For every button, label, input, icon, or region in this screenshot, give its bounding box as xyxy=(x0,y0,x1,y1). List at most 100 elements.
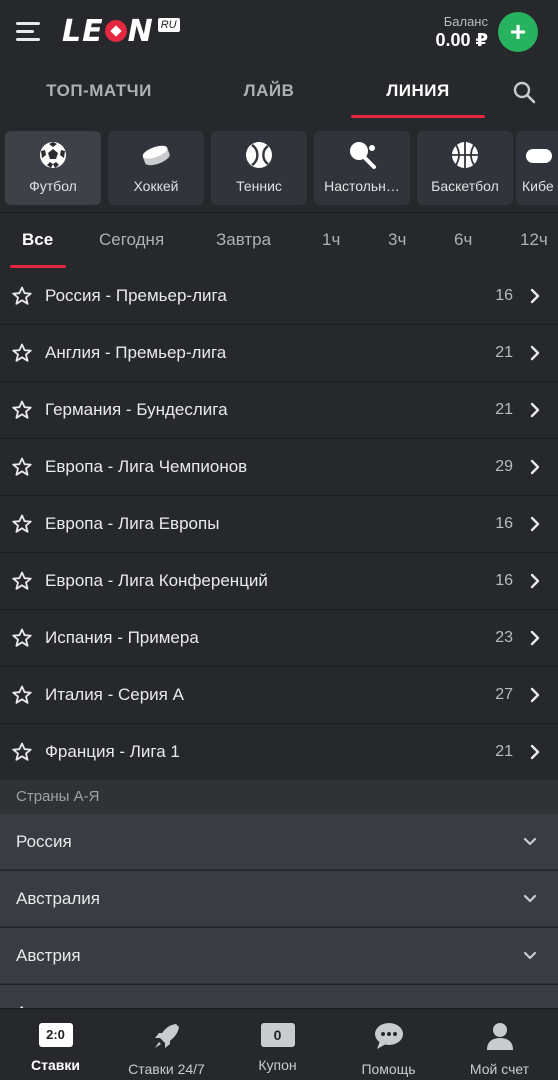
bottom-navigation: 2:0 Ставки Ставки 24/7 0 Купон Помощь Мо… xyxy=(0,1008,558,1080)
league-name: Европа - Лига Чемпионов xyxy=(45,457,248,476)
app-header: LE N RU Баланс 0.00 ₽ + xyxy=(0,0,558,64)
leon-logo[interactable]: LE N RU xyxy=(62,14,180,49)
rocket-icon xyxy=(154,1024,179,1048)
nav-label: Ставки xyxy=(31,1057,80,1073)
chevron-right-icon xyxy=(530,459,540,475)
chevron-down-icon xyxy=(523,837,537,846)
star-icon[interactable] xyxy=(12,628,32,648)
league-row[interactable]: Европа - Лига Чемпионов 29 xyxy=(0,439,558,496)
league-name: Испания - Примера xyxy=(45,628,199,647)
league-row[interactable]: Россия - Премьер-лига 16 xyxy=(0,268,558,325)
chevron-right-icon xyxy=(530,402,540,418)
countries-title: Страны А-Я xyxy=(16,788,100,805)
sport-label: Кибе xyxy=(522,178,554,194)
deposit-button[interactable]: + xyxy=(498,12,538,52)
league-row[interactable]: Германия - Бундеслига 21 xyxy=(0,382,558,439)
sport-label: Теннис xyxy=(236,178,282,194)
league-name: Германия - Бундеслига xyxy=(45,400,228,419)
star-icon[interactable] xyxy=(12,286,32,306)
filter-3h[interactable]: 3ч xyxy=(388,213,406,269)
hamburger-menu-icon[interactable] xyxy=(16,22,40,42)
league-row[interactable]: Италия - Серия А 27 xyxy=(0,667,558,724)
league-count: 21 xyxy=(495,401,513,418)
league-row[interactable]: Англия - Премьер-лига 21 xyxy=(0,325,558,382)
nav-label: Мой счет xyxy=(469,1061,530,1077)
sport-table-tennis[interactable]: Настольн… xyxy=(314,131,410,205)
sports-carousel: Футбол Хоккей Теннис Настольн… Баскетбол… xyxy=(0,122,558,212)
star-icon[interactable] xyxy=(12,685,32,705)
sport-football[interactable]: Футбол xyxy=(5,131,101,205)
sport-basketball[interactable]: Баскетбол xyxy=(417,131,513,205)
league-count: 21 xyxy=(495,344,513,361)
star-icon[interactable] xyxy=(12,571,32,591)
league-row[interactable]: Франция - Лига 1 21 xyxy=(0,724,558,781)
chevron-right-icon xyxy=(530,516,540,532)
sport-label: Настольн… xyxy=(324,178,400,194)
star-icon[interactable] xyxy=(12,343,32,363)
country-row[interactable]: Австрия xyxy=(0,928,558,984)
sport-label: Баскетбол xyxy=(431,178,499,194)
tab-line[interactable]: ЛИНИЯ xyxy=(351,64,485,122)
league-count: 16 xyxy=(495,515,513,532)
league-count: 16 xyxy=(495,287,513,304)
filter-tomorrow[interactable]: Завтра xyxy=(216,213,271,269)
balance-value: 0.00 ₽ xyxy=(435,30,488,50)
league-list: Россия - Премьер-лига 16 Англия - Премье… xyxy=(0,268,558,781)
league-count: 23 xyxy=(495,629,513,646)
chevron-down-icon xyxy=(523,894,537,903)
star-icon[interactable] xyxy=(12,742,32,762)
sport-hockey[interactable]: Хоккей xyxy=(108,131,204,205)
chat-bubble-icon xyxy=(374,1023,403,1049)
countries-section-header: Страны А-Я xyxy=(0,780,558,814)
country-row[interactable]: Россия xyxy=(0,814,558,870)
league-name: Европа - Лига Конференций xyxy=(45,571,268,590)
nav-bets-24-7[interactable]: Ставки 24/7 xyxy=(111,1009,222,1080)
filter-all[interactable]: Все xyxy=(22,213,53,269)
filter-today[interactable]: Сегодня xyxy=(99,213,164,269)
chevron-right-icon xyxy=(530,630,540,646)
league-name: Франция - Лига 1 xyxy=(45,742,180,761)
nav-help[interactable]: Помощь xyxy=(333,1009,444,1080)
sport-esports[interactable]: Кибе xyxy=(516,131,558,205)
league-count: 27 xyxy=(495,686,513,703)
league-name: Европа - Лига Европы xyxy=(45,514,220,533)
star-icon[interactable] xyxy=(12,457,32,477)
search-icon[interactable] xyxy=(512,80,536,104)
country-name: Австралия xyxy=(16,889,100,908)
sport-label: Хоккей xyxy=(133,178,179,194)
nav-label: Ставки 24/7 xyxy=(128,1061,205,1077)
nav-coupon[interactable]: 0 Купон xyxy=(222,1009,333,1080)
sport-tennis[interactable]: Теннис xyxy=(211,131,307,205)
tab-live[interactable]: ЛАЙВ xyxy=(220,64,318,122)
time-filter-tabs: Все Сегодня Завтра 1ч 3ч 6ч 12ч xyxy=(0,212,558,268)
logo-ball-icon xyxy=(104,20,127,42)
nav-my-account[interactable]: Мой счет xyxy=(444,1009,555,1080)
nav-bets[interactable]: 2:0 Ставки xyxy=(0,1009,111,1080)
hockey-puck-icon xyxy=(142,145,170,166)
country-row[interactable]: Австралия xyxy=(0,871,558,927)
chevron-right-icon xyxy=(530,687,540,703)
main-tabs: ТОП-МАТЧИ ЛАЙВ ЛИНИЯ xyxy=(0,64,558,122)
chevron-right-icon xyxy=(530,345,540,361)
logo-suffix: RU xyxy=(157,18,180,32)
filter-1h[interactable]: 1ч xyxy=(322,213,340,269)
balance-label: Баланс xyxy=(443,14,488,29)
filter-6h[interactable]: 6ч xyxy=(454,213,472,269)
esports-icon xyxy=(526,149,552,163)
tennis-ball-icon xyxy=(246,142,272,168)
league-name: Россия - Премьер-лига xyxy=(45,286,227,305)
chevron-right-icon xyxy=(530,288,540,304)
league-row[interactable]: Испания - Примера 23 xyxy=(0,610,558,667)
tab-top-matches[interactable]: ТОП-МАТЧИ xyxy=(30,64,168,122)
filter-12h[interactable]: 12ч xyxy=(520,213,548,269)
league-row[interactable]: Европа - Лига Конференций 16 xyxy=(0,553,558,610)
basketball-icon xyxy=(452,142,478,168)
star-icon[interactable] xyxy=(12,514,32,534)
coupon-count-icon: 0 xyxy=(260,1023,295,1047)
league-row[interactable]: Европа - Лига Европы 16 xyxy=(0,496,558,553)
football-icon xyxy=(40,142,66,168)
balance-block[interactable]: Баланс 0.00 ₽ xyxy=(435,14,488,51)
sport-label: Футбол xyxy=(29,178,77,194)
league-name: Италия - Серия А xyxy=(45,685,184,704)
star-icon[interactable] xyxy=(12,400,32,420)
